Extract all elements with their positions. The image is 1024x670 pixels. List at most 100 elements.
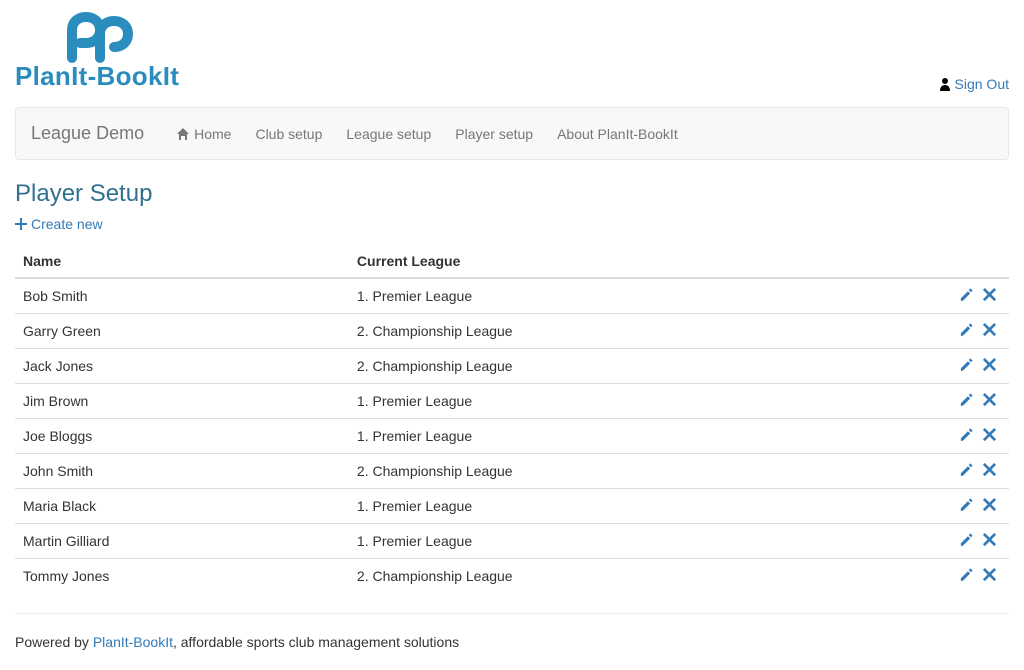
- table-row: Jim Brown1. Premier League: [15, 384, 1009, 419]
- cross-icon: [982, 567, 997, 582]
- nav-label: About PlanIt-BookIt: [557, 126, 678, 142]
- cross-icon: [982, 322, 997, 337]
- cell-name: Martin Gilliard: [15, 524, 349, 559]
- edit-button[interactable]: [955, 322, 978, 340]
- players-table: Name Current League Bob Smith1. Premier …: [15, 245, 1009, 593]
- table-row: Joe Bloggs1. Premier League: [15, 419, 1009, 454]
- cell-actions: [909, 454, 1009, 489]
- navbar-brand: League Demo: [31, 108, 159, 159]
- nav-label: Home: [194, 126, 231, 142]
- cross-icon: [982, 287, 997, 302]
- table-row: Martin Gilliard1. Premier League: [15, 524, 1009, 559]
- cell-league: 2. Championship League: [349, 349, 909, 384]
- pencil-icon: [959, 497, 974, 512]
- footer-brand-link[interactable]: PlanIt-BookIt: [93, 634, 173, 650]
- col-league: Current League: [349, 245, 909, 278]
- cross-icon: [982, 462, 997, 477]
- delete-button[interactable]: [978, 462, 1001, 480]
- footer-divider: [15, 613, 1009, 614]
- delete-button[interactable]: [978, 322, 1001, 340]
- cell-actions: [909, 314, 1009, 349]
- edit-button[interactable]: [955, 392, 978, 410]
- cell-name: John Smith: [15, 454, 349, 489]
- nav-item-league-setup[interactable]: League setup: [334, 111, 443, 157]
- delete-button[interactable]: [978, 287, 1001, 305]
- pencil-icon: [959, 462, 974, 477]
- cell-actions: [909, 384, 1009, 419]
- pencil-icon: [959, 532, 974, 547]
- delete-button[interactable]: [978, 392, 1001, 410]
- pencil-icon: [959, 287, 974, 302]
- cell-league: 2. Championship League: [349, 454, 909, 489]
- cell-name: Garry Green: [15, 314, 349, 349]
- sign-out-label: Sign Out: [955, 76, 1009, 92]
- cell-actions: [909, 419, 1009, 454]
- delete-button[interactable]: [978, 497, 1001, 515]
- edit-button[interactable]: [955, 497, 978, 515]
- cell-actions: [909, 489, 1009, 524]
- cell-name: Bob Smith: [15, 278, 349, 314]
- table-row: Bob Smith1. Premier League: [15, 278, 1009, 314]
- col-name: Name: [15, 245, 349, 278]
- cross-icon: [982, 427, 997, 442]
- footer-prefix: Powered by: [15, 634, 93, 650]
- cell-league: 2. Championship League: [349, 314, 909, 349]
- logo-icon: [52, 10, 142, 65]
- cell-league: 1. Premier League: [349, 489, 909, 524]
- edit-button[interactable]: [955, 567, 978, 585]
- cell-actions: [909, 524, 1009, 559]
- cell-name: Maria Black: [15, 489, 349, 524]
- delete-button[interactable]: [978, 357, 1001, 375]
- delete-button[interactable]: [978, 532, 1001, 550]
- cell-actions: [909, 559, 1009, 594]
- cell-league: 1. Premier League: [349, 524, 909, 559]
- edit-button[interactable]: [955, 427, 978, 445]
- nav-label: Player setup: [455, 126, 533, 142]
- cross-icon: [982, 392, 997, 407]
- edit-button[interactable]: [955, 357, 978, 375]
- table-row: Jack Jones2. Championship League: [15, 349, 1009, 384]
- table-row: Maria Black1. Premier League: [15, 489, 1009, 524]
- nav-item-club-setup[interactable]: Club setup: [243, 111, 334, 157]
- table-row: Tommy Jones2. Championship League: [15, 559, 1009, 594]
- create-new-link[interactable]: Create new: [15, 216, 103, 232]
- cross-icon: [982, 357, 997, 372]
- navbar: League Demo Home Club setup League setup Pl…: [15, 107, 1009, 160]
- pencil-icon: [959, 427, 974, 442]
- delete-button[interactable]: [978, 427, 1001, 445]
- cell-name: Joe Bloggs: [15, 419, 349, 454]
- logo[interactable]: PlanIt-BookIt: [15, 10, 179, 92]
- pencil-icon: [959, 567, 974, 582]
- nav-item-player-setup[interactable]: Player setup: [443, 111, 545, 157]
- page-title: Player Setup: [15, 180, 1009, 208]
- footer: Powered by PlanIt-BookIt, affordable spo…: [15, 634, 1009, 650]
- cell-actions: [909, 278, 1009, 314]
- cell-name: Tommy Jones: [15, 559, 349, 594]
- create-new-label: Create new: [31, 216, 103, 232]
- table-row: Garry Green2. Championship League: [15, 314, 1009, 349]
- edit-button[interactable]: [955, 532, 978, 550]
- nav-item-about-planit-bookit[interactable]: About PlanIt-BookIt: [545, 111, 690, 157]
- cell-league: 1. Premier League: [349, 419, 909, 454]
- user-icon: [939, 77, 951, 91]
- cell-name: Jim Brown: [15, 384, 349, 419]
- edit-button[interactable]: [955, 462, 978, 480]
- pencil-icon: [959, 357, 974, 372]
- cell-actions: [909, 349, 1009, 384]
- cell-league: 1. Premier League: [349, 384, 909, 419]
- nav-item-home[interactable]: Home: [164, 111, 243, 157]
- logo-text: PlanIt-BookIt: [15, 61, 179, 92]
- sign-out-link[interactable]: Sign Out: [939, 76, 1009, 92]
- cell-league: 2. Championship League: [349, 559, 909, 594]
- col-actions: [909, 245, 1009, 278]
- edit-button[interactable]: [955, 287, 978, 305]
- cell-name: Jack Jones: [15, 349, 349, 384]
- footer-suffix: , affordable sports club management solu…: [173, 634, 459, 650]
- cell-league: 1. Premier League: [349, 278, 909, 314]
- cross-icon: [982, 532, 997, 547]
- delete-button[interactable]: [978, 567, 1001, 585]
- plus-icon: [15, 218, 27, 230]
- cross-icon: [982, 497, 997, 512]
- nav-label: Club setup: [255, 126, 322, 142]
- nav-label: League setup: [346, 126, 431, 142]
